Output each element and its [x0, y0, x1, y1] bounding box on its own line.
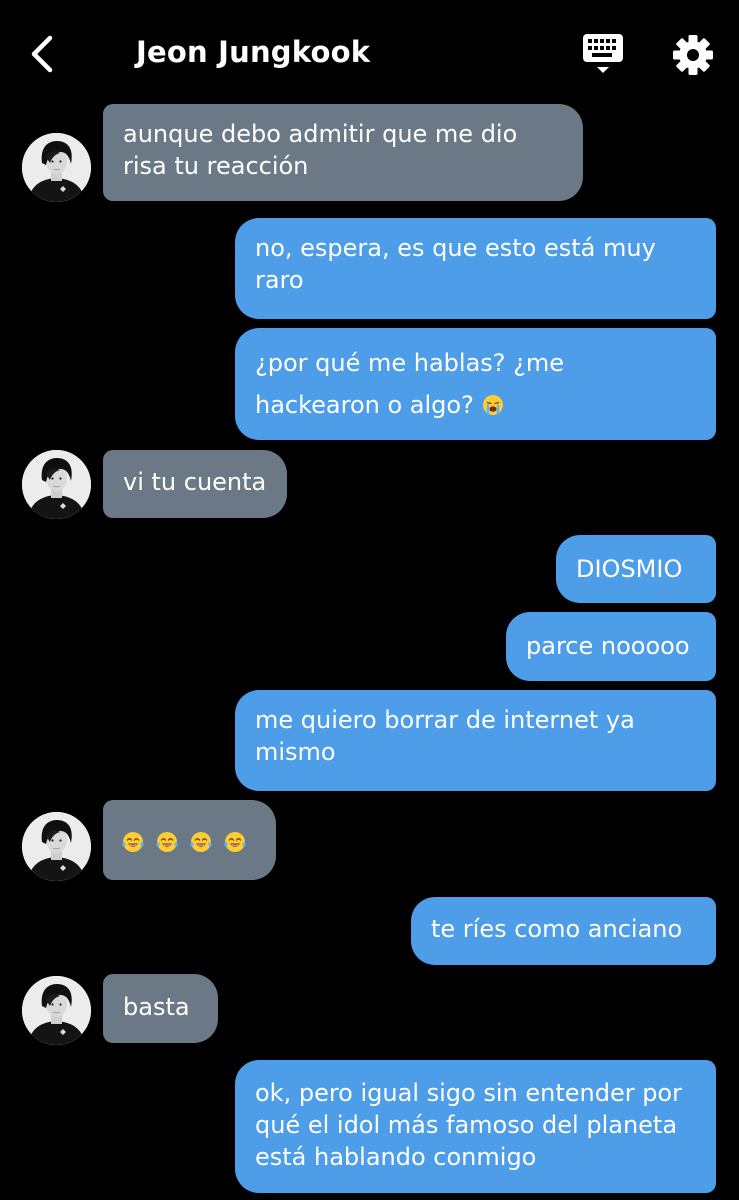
message-bubble-incoming[interactable] [103, 800, 276, 880]
message-text: hackearon o algo? [255, 391, 474, 419]
message-line: te ríes como anciano [431, 915, 683, 943]
contact-avatar[interactable] [22, 133, 91, 202]
message-line: basta [123, 993, 190, 1021]
message-bubble-incoming[interactable]: vi tu cuenta [103, 450, 287, 518]
message-bubble-outgoing[interactable]: DIOSMIO [556, 535, 716, 603]
message-bubble-incoming[interactable]: aunque debo admitir que me dio risa tu r… [103, 104, 583, 201]
chat-header: Jeon Jungkook [0, 0, 739, 100]
contact-avatar[interactable] [22, 450, 91, 519]
back-button[interactable] [22, 28, 62, 80]
face-with-tears-of-joy-icon [223, 830, 247, 854]
message-line: qué el idol más famoso del planeta [255, 1111, 678, 1139]
message-bubble-outgoing[interactable]: no, espera, es que esto está muy raro [235, 218, 716, 319]
message-line: risa tu reacción [123, 152, 309, 180]
message-bubble-outgoing[interactable]: parce nooooo [506, 612, 716, 681]
contact-avatar[interactable] [22, 976, 91, 1045]
message-line: no, espera, es que esto está muy [255, 234, 656, 262]
face-with-tears-of-joy-icon [121, 830, 145, 854]
keyboard-icon [583, 34, 623, 73]
message-bubble-outgoing[interactable]: me quiero borrar de internet ya mismo [235, 690, 716, 791]
settings-button[interactable] [670, 32, 716, 78]
page-title: Jeon Jungkook [136, 35, 371, 69]
message-line: mismo [255, 738, 336, 766]
message-bubble-outgoing[interactable]: ok, pero igual sigo sin entender por qué… [235, 1060, 716, 1193]
message-line: está hablando conmigo [255, 1143, 537, 1171]
message-line: vi tu cuenta [123, 468, 267, 496]
message-line: ¿por qué me hablas? ¿me [255, 349, 565, 377]
message-line: parce nooooo [526, 632, 690, 660]
message-bubble-outgoing[interactable]: ¿por qué me hablas? ¿me hackearon o algo… [235, 328, 716, 440]
face-with-tears-of-joy-icon [155, 830, 179, 854]
message-line-with-emoji: hackearon o algo? [255, 384, 696, 426]
message-line: raro [255, 266, 304, 294]
message-line: ok, pero igual sigo sin entender por [255, 1079, 682, 1107]
chevron-left-icon [31, 35, 53, 73]
message-line: aunque debo admitir que me dio [123, 120, 518, 148]
message-line: DIOSMIO [576, 555, 683, 583]
gear-icon [673, 35, 713, 75]
loudly-crying-face-icon [481, 393, 505, 417]
message-bubble-incoming[interactable]: basta [103, 974, 218, 1043]
message-line: me quiero borrar de internet ya [255, 706, 635, 734]
face-with-tears-of-joy-icon [189, 830, 213, 854]
message-bubble-outgoing[interactable]: te ríes como anciano [411, 897, 716, 965]
keyboard-button[interactable] [580, 30, 626, 80]
contact-avatar[interactable] [22, 812, 91, 881]
